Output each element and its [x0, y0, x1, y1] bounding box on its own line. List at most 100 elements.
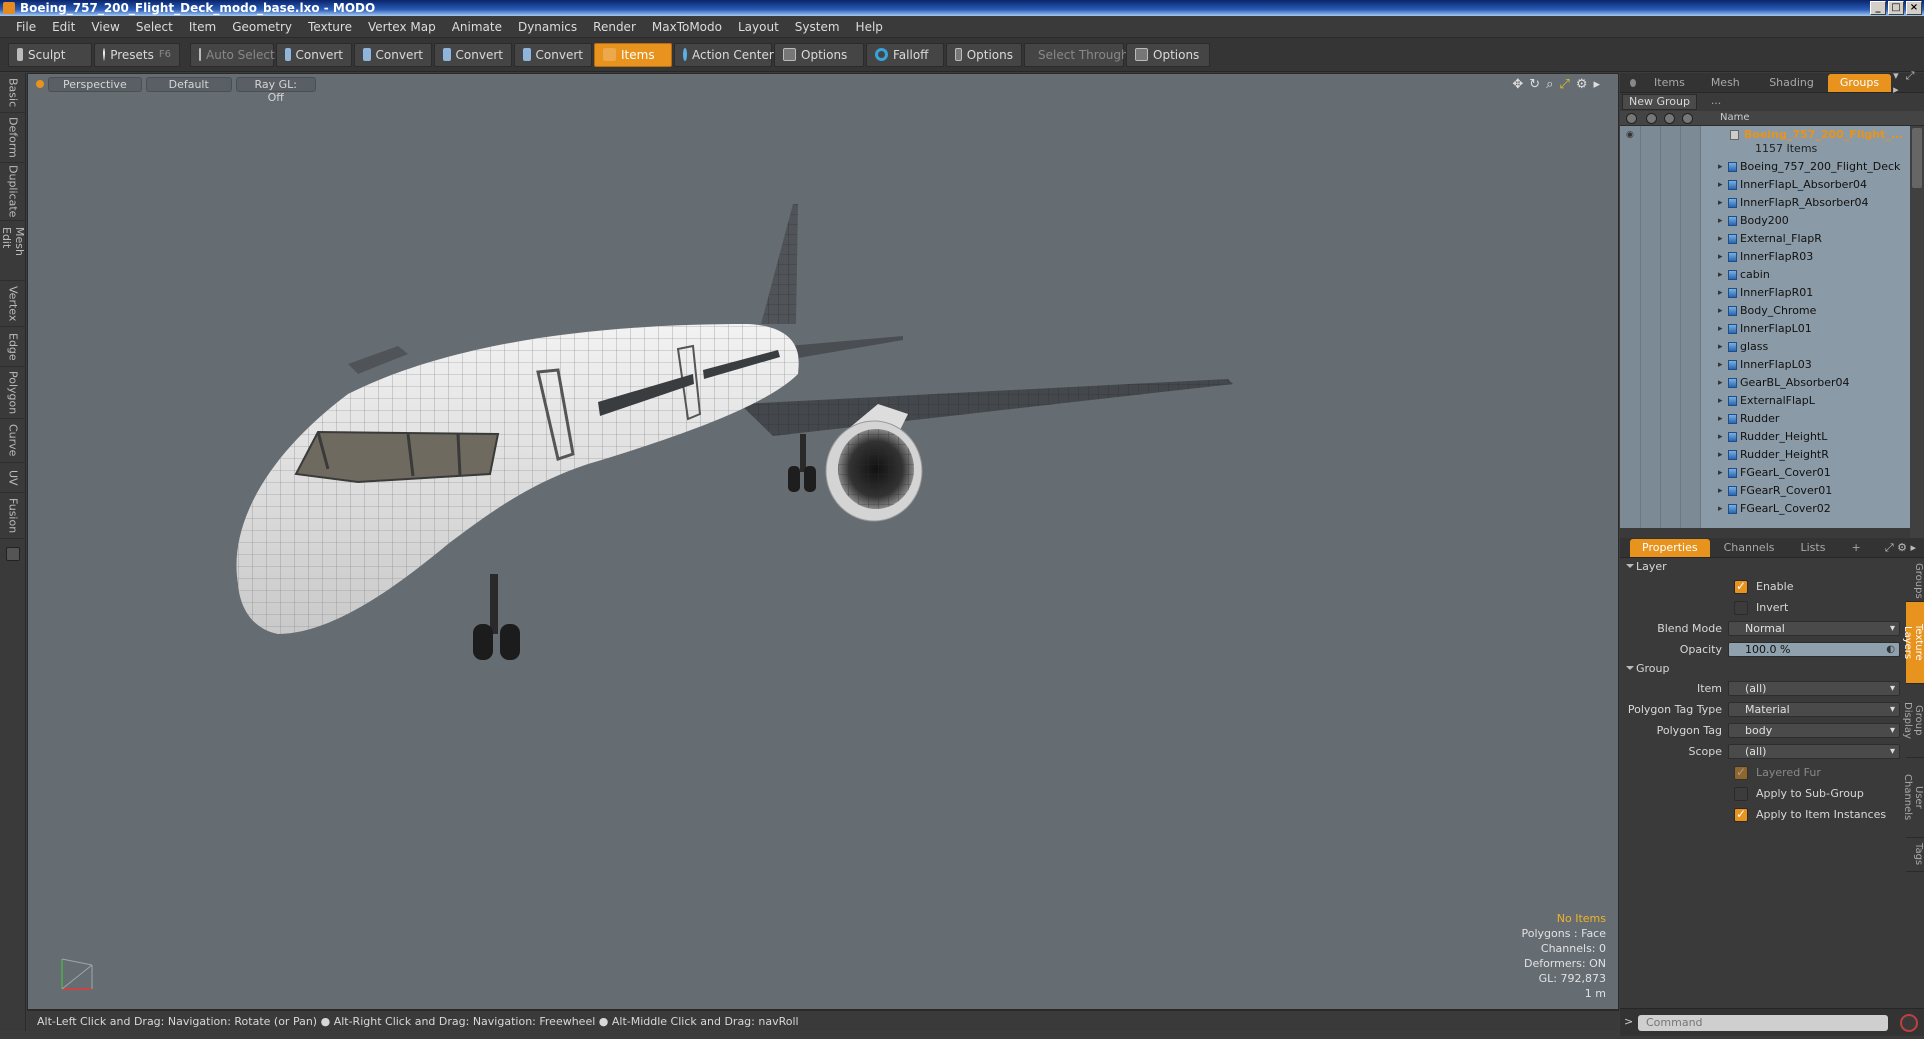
minimize-button[interactable]: _	[1870, 1, 1886, 15]
side-tab-user-channels[interactable]: User Channels	[1902, 758, 1924, 838]
groups-scrollbar[interactable]	[1910, 126, 1924, 538]
tab-edge[interactable]: Edge	[0, 327, 26, 367]
list-item[interactable]: ▸ InnerFlapR03	[1620, 248, 1910, 266]
expand-icon[interactable]: ▸	[1718, 212, 1723, 230]
tab-channels[interactable]: Channels	[1712, 539, 1787, 557]
menu-help[interactable]: Help	[848, 20, 891, 34]
list-item[interactable]: ▸ Rudder_HeightR	[1620, 446, 1910, 464]
view-type-selector[interactable]: Perspective	[48, 76, 142, 92]
expand-icon[interactable]: ▸	[1718, 194, 1723, 212]
falloff-options-button[interactable]: Options	[946, 42, 1022, 67]
convert-polygons-button[interactable]: Convert	[434, 42, 512, 67]
menu-dynamics[interactable]: Dynamics	[510, 20, 585, 34]
3d-viewport[interactable]: Perspective Default Ray GL: Off ✥ ↻ ⌕ ⤢ …	[27, 73, 1619, 1010]
expand-icon[interactable]: ▸	[1718, 410, 1723, 428]
new-group-button[interactable]: New Group	[1622, 94, 1697, 110]
expand-icon[interactable]: ▸	[1718, 482, 1723, 500]
menu-render[interactable]: Render	[585, 20, 644, 34]
apply-item-instances-checkbox[interactable]	[1734, 807, 1748, 822]
items-mode-button[interactable]: Items	[594, 42, 672, 67]
list-item[interactable]: ▸ InnerFlapL_Absorber04	[1620, 176, 1910, 194]
tab-items[interactable]: Items	[1642, 74, 1697, 92]
expand-icon[interactable]: ▸	[1718, 356, 1723, 374]
list-item[interactable]: ▸ External_FlapR	[1620, 230, 1910, 248]
convert-edges-button[interactable]: Convert	[354, 42, 432, 67]
list-item[interactable]: ▸ Rudder	[1620, 410, 1910, 428]
viewport-dot-icon[interactable]	[36, 80, 44, 88]
list-item[interactable]: ▸ FGearL_Cover02	[1620, 500, 1910, 518]
list-item[interactable]: ▸ ExternalFlapL	[1620, 392, 1910, 410]
enable-checkbox[interactable]	[1734, 579, 1748, 594]
tab-lists[interactable]: Lists	[1789, 539, 1838, 557]
expand-icon[interactable]: ▸	[1718, 392, 1723, 410]
menu-select[interactable]: Select	[128, 20, 181, 34]
expand-icon[interactable]: ▸	[1718, 374, 1723, 392]
group-row[interactable]: ◉ Boeing_757_200_Flight_... 1157 Items	[1620, 126, 1910, 158]
scope-dropdown[interactable]: (all)	[1728, 744, 1900, 759]
raygl-toggle[interactable]: Ray GL: Off	[235, 76, 316, 104]
tab-mesh-edit[interactable]: Mesh Edit	[0, 221, 26, 281]
menu-view[interactable]: View	[83, 20, 127, 34]
stop-icon[interactable]	[1900, 1014, 1918, 1032]
select-icon[interactable]	[1664, 113, 1675, 124]
expand-icon[interactable]: ▸	[1718, 464, 1723, 482]
menu-maxtomodo[interactable]: MaxToModo	[644, 20, 730, 34]
tab-fusion[interactable]: Fusion	[0, 493, 26, 539]
list-item[interactable]: ▸ Body200	[1620, 212, 1910, 230]
list-item[interactable]: ▸ Rudder_HeightL	[1620, 428, 1910, 446]
tab-properties[interactable]: Properties	[1630, 538, 1710, 557]
expand-icon[interactable]: ▸	[1718, 338, 1723, 356]
side-tab-groups[interactable]: Groups	[1906, 558, 1924, 602]
lock-icon[interactable]	[1646, 113, 1657, 124]
eye-icon[interactable]	[1626, 113, 1637, 124]
list-item[interactable]: ▸ InnerFlapR01	[1620, 284, 1910, 302]
expand-icon[interactable]: ▸	[1718, 500, 1723, 518]
opacity-field[interactable]: 100.0 %	[1728, 642, 1900, 657]
side-tab-tags[interactable]: Tags	[1906, 838, 1924, 872]
menu-item[interactable]: Item	[181, 20, 224, 34]
chevron-right-icon[interactable]: ▸	[1593, 77, 1600, 92]
expand-icon[interactable]: ▸	[1718, 230, 1723, 248]
side-tab-group-display[interactable]: Group Display	[1902, 684, 1924, 758]
tab-toggle-icon[interactable]	[5, 547, 20, 561]
menu-layout[interactable]: Layout	[730, 20, 787, 34]
command-input[interactable]: Command	[1638, 1015, 1888, 1031]
list-item[interactable]: ▸ InnerFlapR_Absorber04	[1620, 194, 1910, 212]
tab-curve[interactable]: Curve	[0, 419, 26, 463]
tab-basic[interactable]: Basic	[0, 73, 26, 113]
expand-icon[interactable]: ▸	[1718, 302, 1723, 320]
expand-icon[interactable]: ▸	[1718, 266, 1723, 284]
panel-dot-icon[interactable]	[1630, 78, 1637, 87]
apply-sub-group-checkbox[interactable]	[1734, 786, 1748, 801]
tab-duplicate[interactable]: Duplicate	[0, 163, 26, 221]
menu-system[interactable]: System	[787, 20, 848, 34]
add-tab-button[interactable]: +	[1839, 539, 1872, 557]
polygon-tag-dropdown[interactable]: body	[1728, 723, 1900, 738]
expand-icon[interactable]: ▸	[1718, 446, 1723, 464]
chevron-right-icon[interactable]: >	[1624, 1015, 1633, 1028]
shading-selector[interactable]: Default	[145, 76, 232, 92]
expand-icon[interactable]: ▸	[1718, 320, 1723, 338]
render-icon[interactable]	[1682, 113, 1693, 124]
tab-polygon[interactable]: Polygon	[0, 367, 26, 419]
list-item[interactable]: ▸ Boeing_757_200_Flight_Deck	[1620, 158, 1910, 176]
zoom-icon[interactable]: ⌕	[1546, 77, 1553, 92]
expand-icon[interactable]: ▸	[1718, 248, 1723, 266]
panel-menu-icon[interactable]: ⤢ ⚙ ▸	[1885, 541, 1924, 555]
list-item[interactable]: ▸ FGearL_Cover01	[1620, 464, 1910, 482]
menu-vertex-map[interactable]: Vertex Map	[360, 20, 444, 34]
side-tab-texture-layers[interactable]: Texture Layers	[1902, 602, 1924, 684]
rotate-icon[interactable]: ↻	[1529, 77, 1540, 92]
tab-deform[interactable]: Deform	[0, 113, 26, 163]
auto-select-button[interactable]: Auto Select	[190, 42, 275, 67]
invert-checkbox[interactable]	[1734, 600, 1748, 615]
expand-icon[interactable]: ▸	[1718, 158, 1723, 176]
menu-geometry[interactable]: Geometry	[224, 20, 300, 34]
action-center-options-button[interactable]: Options	[774, 42, 864, 67]
expand-icon[interactable]: ▸	[1718, 428, 1723, 446]
tab-groups[interactable]: Groups	[1827, 73, 1892, 92]
convert-materials-button[interactable]: Convert	[514, 42, 592, 67]
menu-animate[interactable]: Animate	[444, 20, 510, 34]
panel-menu-icon[interactable]: ▾ ⤢ ▸	[1893, 69, 1924, 96]
list-item[interactable]: ▸ FGearR_Cover01	[1620, 482, 1910, 500]
